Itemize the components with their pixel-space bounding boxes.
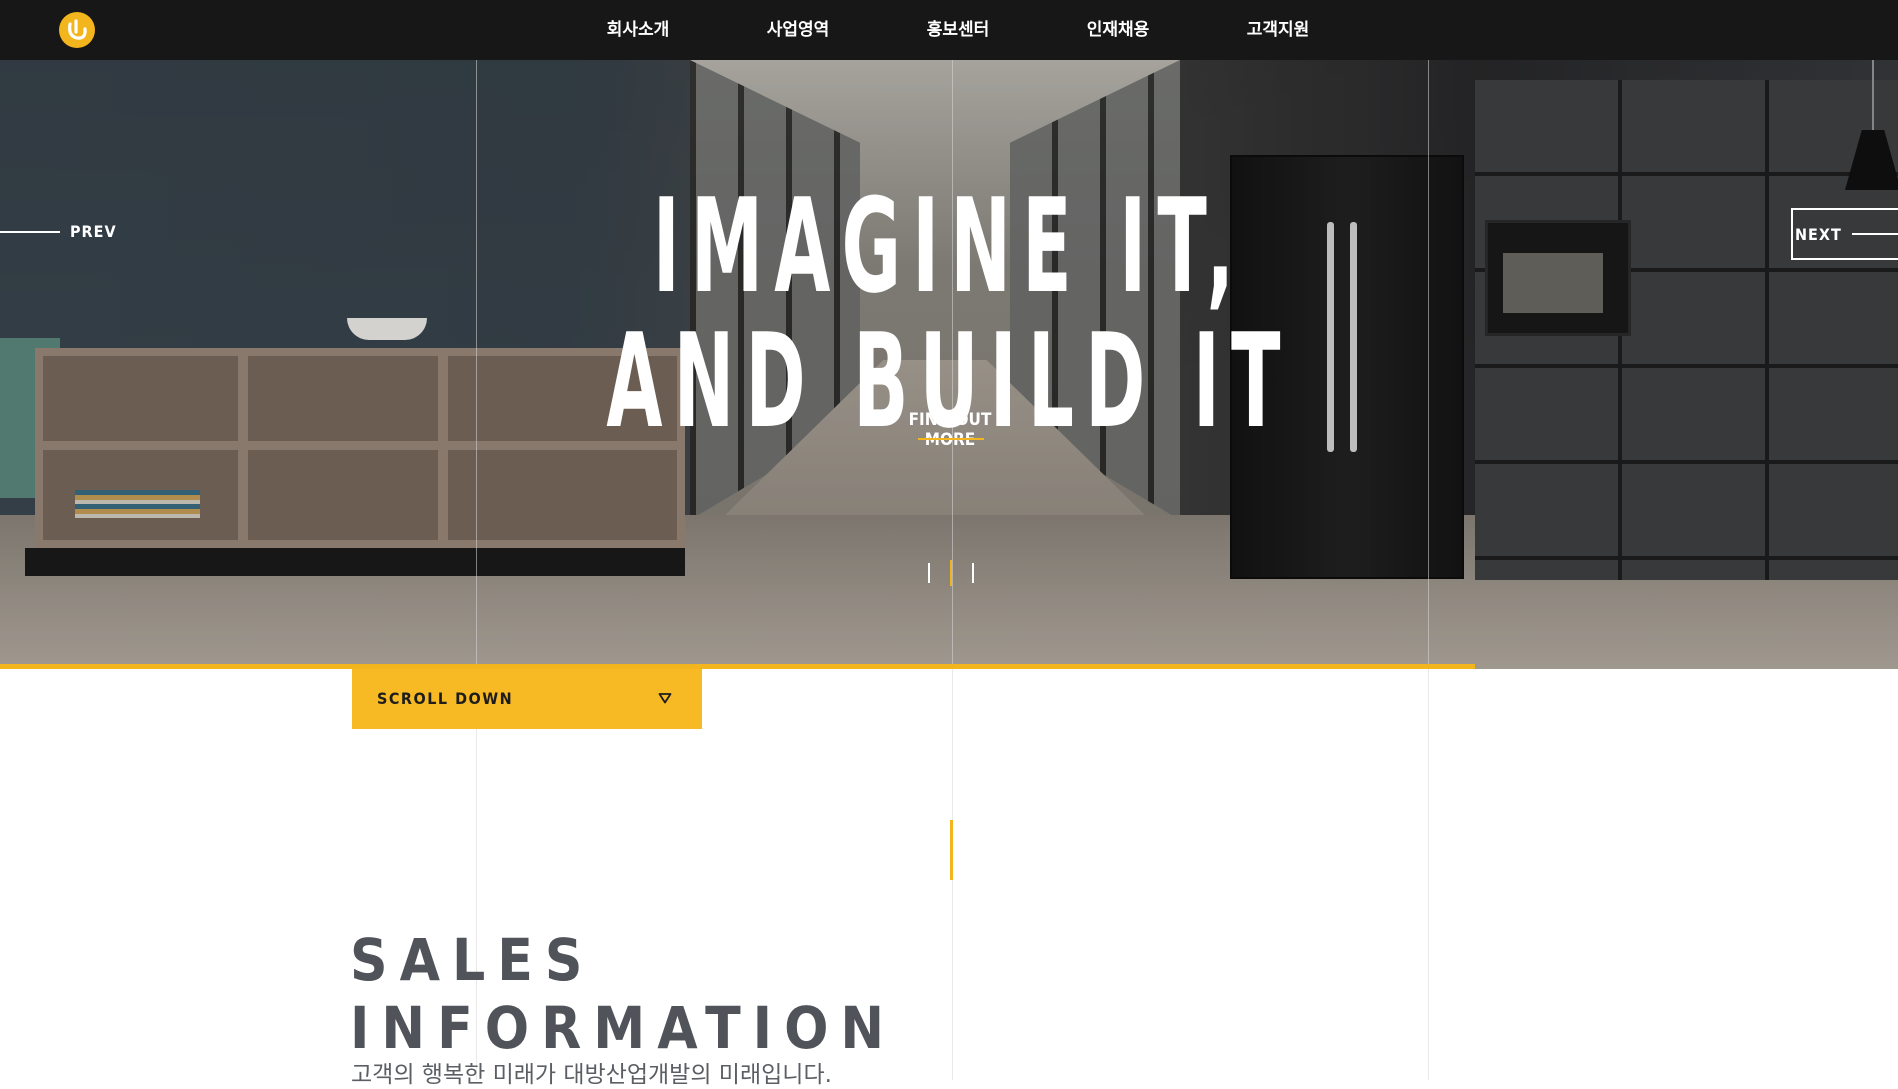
slide-progress-bar <box>0 664 1475 669</box>
logo-icon[interactable] <box>59 12 95 48</box>
prev-label: PREV <box>70 222 117 241</box>
nav-item-company[interactable]: 회사소개 <box>558 0 718 60</box>
nav-item-careers[interactable]: 인재채용 <box>1038 0 1198 60</box>
cta-underline <box>918 438 984 440</box>
slide-pager <box>928 560 974 586</box>
nav-item-business[interactable]: 사업영역 <box>718 0 878 60</box>
section-accent-bar <box>950 820 953 880</box>
main-nav: 회사소개 사업영역 홍보센터 인재채용 고객지원 <box>558 0 1358 60</box>
pager-dot-3[interactable] <box>972 563 974 583</box>
prev-slide-button[interactable]: PREV <box>0 222 117 241</box>
scroll-down-label: SCROLL DOWN <box>377 689 514 708</box>
sales-subtitle: 고객의 행복한 미래가 대방산업개발의 미래입니다. <box>351 1062 832 1088</box>
scroll-down-button[interactable]: SCROLL DOWN <box>352 669 702 729</box>
prev-line-icon <box>0 230 60 233</box>
next-line-icon <box>1851 233 1898 235</box>
nav-item-support[interactable]: 고객지원 <box>1198 0 1358 60</box>
next-slide-button[interactable]: NEXT <box>1791 208 1898 260</box>
top-nav-bar: 회사소개 사업영역 홍보센터 인재채용 고객지원 <box>0 0 1898 60</box>
pager-dot-1[interactable] <box>928 563 930 583</box>
nav-item-pr-center[interactable]: 홍보센터 <box>878 0 1038 60</box>
find-out-more-link[interactable]: FIND OUT MORE <box>899 410 1001 450</box>
hero-headline: IMAGINE IT, AND BUILD IT <box>606 170 1292 458</box>
next-label: NEXT <box>1795 224 1842 244</box>
chevron-down-icon <box>658 693 672 704</box>
sales-information-title: SALES INFORMATION <box>350 926 897 1063</box>
pager-dot-2[interactable] <box>950 560 952 586</box>
